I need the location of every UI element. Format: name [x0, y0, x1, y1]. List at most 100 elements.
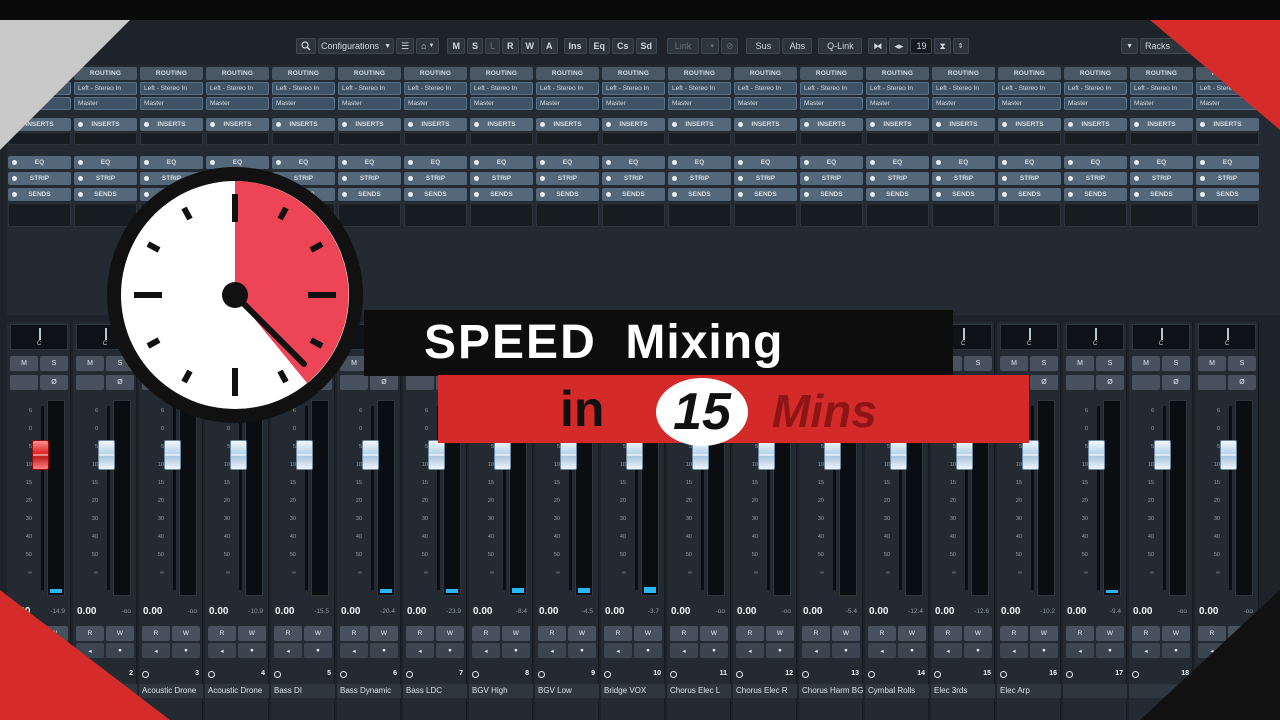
rack-output-7[interactable]: Master: [404, 97, 467, 110]
channel-name[interactable]: Bass Dynamic: [337, 684, 401, 698]
phase-button[interactable]: Ø: [370, 375, 398, 390]
volume-value[interactable]: 0.00: [1067, 606, 1086, 617]
channel-select-icon[interactable]: [934, 671, 941, 678]
channel-name[interactable]: Chorus Elec R: [733, 684, 797, 698]
volume-value[interactable]: 0.00: [935, 606, 954, 617]
rack-sends-16[interactable]: SENDS: [998, 188, 1061, 201]
rack-empty-slot-17[interactable]: [1064, 132, 1127, 145]
rack-output-10[interactable]: Master: [602, 97, 665, 110]
volume-value[interactable]: 0.00: [803, 606, 822, 617]
unlink-button[interactable]: ⊘: [720, 38, 739, 54]
power-icon[interactable]: [936, 160, 941, 165]
pan-control[interactable]: C: [1132, 324, 1190, 350]
pan-control[interactable]: C: [1000, 324, 1058, 350]
fader-track[interactable]: [41, 406, 44, 590]
rack-output-4[interactable]: Master: [206, 97, 269, 110]
rack-eq-10[interactable]: EQ: [602, 156, 665, 169]
pan-control[interactable]: C: [1066, 324, 1124, 350]
rack-empty-slot-16[interactable]: [998, 132, 1061, 145]
volume-value[interactable]: 0.00: [341, 606, 360, 617]
phase-button[interactable]: Ø: [1162, 375, 1190, 390]
read-button[interactable]: R: [208, 626, 236, 641]
peak-value[interactable]: -5.4: [846, 608, 857, 615]
solo-button[interactable]: S: [964, 356, 992, 371]
peak-value[interactable]: -9.4: [1110, 608, 1121, 615]
rack-output-12[interactable]: Master: [734, 97, 797, 110]
rack-input-9[interactable]: Left - Stereo In: [536, 82, 599, 95]
record-button[interactable]: ●: [832, 643, 860, 658]
read-button[interactable]: R: [274, 626, 302, 641]
rack-routing-11[interactable]: ROUTING: [668, 67, 731, 80]
volume-value[interactable]: 0.00: [737, 606, 756, 617]
rack-output-14[interactable]: Master: [866, 97, 929, 110]
rack-strip-14[interactable]: STRIP: [866, 172, 929, 185]
rack-strip-18[interactable]: STRIP: [1130, 172, 1193, 185]
channel-select-icon[interactable]: [538, 671, 545, 678]
rack-inserts-4[interactable]: INSERTS: [206, 118, 269, 131]
channel-name[interactable]: Elec 3rds: [931, 684, 995, 698]
pan-control[interactable]: C: [10, 324, 68, 350]
power-icon[interactable]: [540, 160, 545, 165]
rack-routing-5[interactable]: ROUTING: [272, 67, 335, 80]
absolute-button[interactable]: Abs: [782, 38, 813, 54]
rack-empty-slot-13[interactable]: [800, 132, 863, 145]
rack-empty-slot-11[interactable]: [668, 132, 731, 145]
channel-name[interactable]: BGV High: [469, 684, 533, 698]
fader-track[interactable]: [173, 406, 176, 590]
channel-name[interactable]: Bass DI: [271, 684, 335, 698]
rack-output-5[interactable]: Master: [272, 97, 335, 110]
volume-value[interactable]: 0.00: [869, 606, 888, 617]
record-button[interactable]: ●: [898, 643, 926, 658]
fader-knob[interactable]: [362, 440, 379, 470]
phase-button[interactable]: Ø: [40, 375, 68, 390]
racks-menu-button[interactable]: ▼: [1121, 38, 1138, 54]
read-button[interactable]: R: [868, 626, 896, 641]
power-icon[interactable]: [672, 192, 677, 197]
rack-inserts-6[interactable]: INSERTS: [338, 118, 401, 131]
power-icon[interactable]: [408, 122, 413, 127]
volume-value[interactable]: 0.00: [539, 606, 558, 617]
rack-inserts-10[interactable]: INSERTS: [602, 118, 665, 131]
write-button[interactable]: W: [964, 626, 992, 641]
power-icon[interactable]: [870, 176, 875, 181]
write-button[interactable]: W: [436, 626, 464, 641]
monitor-button[interactable]: ◂: [868, 643, 896, 658]
rack-sends-11[interactable]: SENDS: [668, 188, 731, 201]
mute-button[interactable]: M: [76, 356, 104, 371]
rack-empty-slot-6[interactable]: [338, 132, 401, 145]
rack-input-10[interactable]: Left - Stereo In: [602, 82, 665, 95]
rack-strip-12[interactable]: STRIP: [734, 172, 797, 185]
rack-empty-slot-17[interactable]: [1064, 203, 1127, 227]
channel-select-icon[interactable]: [670, 671, 677, 678]
write-button[interactable]: W: [1096, 626, 1124, 641]
power-icon[interactable]: [540, 122, 545, 127]
cs-view-button[interactable]: Cs: [612, 38, 634, 54]
rack-eq-7[interactable]: EQ: [404, 156, 467, 169]
rack-empty-slot-9[interactable]: [536, 132, 599, 145]
rack-routing-13[interactable]: ROUTING: [800, 67, 863, 80]
rack-inserts-5[interactable]: INSERTS: [272, 118, 335, 131]
power-icon[interactable]: [1068, 122, 1073, 127]
power-icon[interactable]: [804, 192, 809, 197]
record-button[interactable]: ●: [964, 643, 992, 658]
write-button[interactable]: W: [898, 626, 926, 641]
power-icon[interactable]: [936, 122, 941, 127]
rack-empty-slot-12[interactable]: [734, 132, 797, 145]
power-icon[interactable]: [408, 176, 413, 181]
rack-empty-slot-12[interactable]: [734, 203, 797, 227]
rack-eq-17[interactable]: EQ: [1064, 156, 1127, 169]
peak-value[interactable]: -8.4: [516, 608, 527, 615]
channel-select-icon[interactable]: [274, 671, 281, 678]
volume-value[interactable]: 0.00: [605, 606, 624, 617]
record-button[interactable]: ●: [370, 643, 398, 658]
monitor-button[interactable]: ◂: [472, 643, 500, 658]
listen-button[interactable]: [10, 375, 38, 390]
channel-select-icon[interactable]: [406, 671, 413, 678]
volume-value[interactable]: 0.00: [473, 606, 492, 617]
read-all-button[interactable]: R: [502, 38, 519, 54]
fader-knob[interactable]: [626, 440, 643, 470]
rack-inserts-11[interactable]: INSERTS: [668, 118, 731, 131]
rack-routing-3[interactable]: ROUTING: [140, 67, 203, 80]
rack-output-8[interactable]: Master: [470, 97, 533, 110]
rack-sends-9[interactable]: SENDS: [536, 188, 599, 201]
